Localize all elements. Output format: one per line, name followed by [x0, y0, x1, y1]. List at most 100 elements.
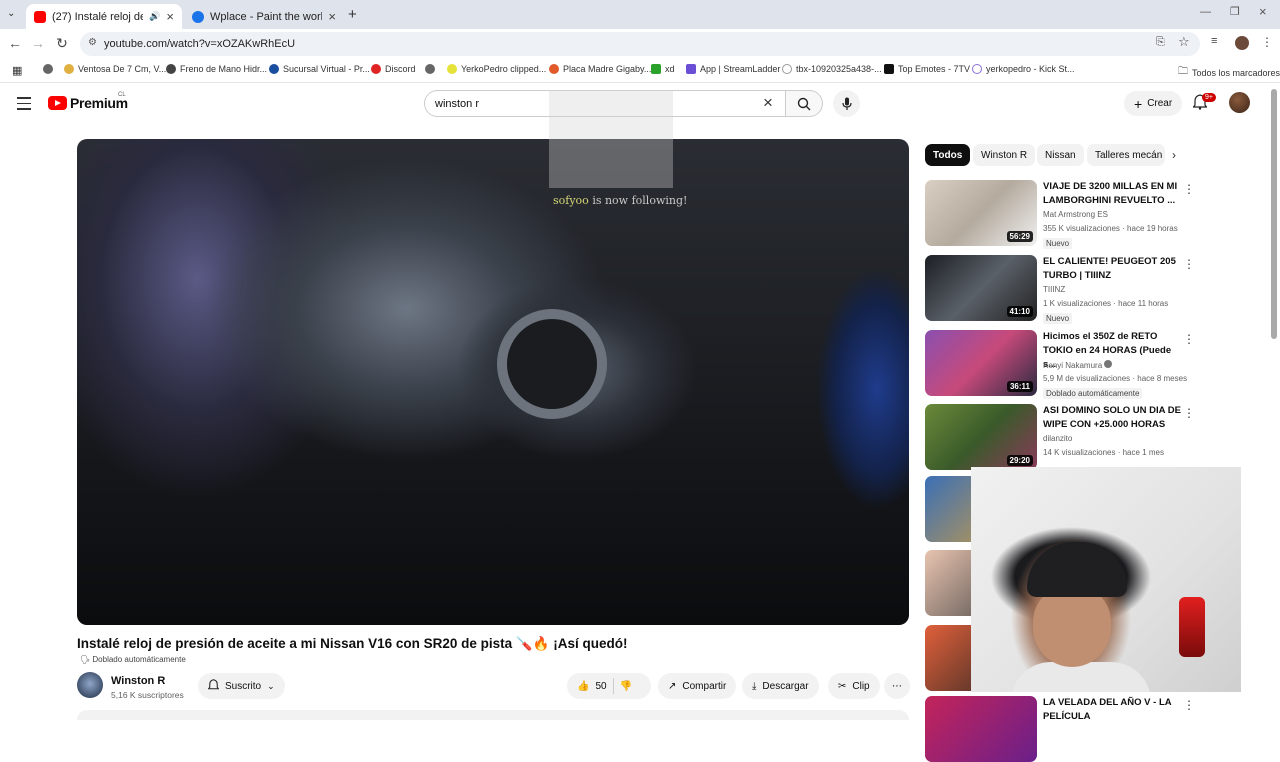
account-avatar[interactable]	[1229, 92, 1250, 113]
close-window-button[interactable]: ×	[1259, 4, 1267, 19]
extensions-icon[interactable]: ≡	[1211, 35, 1217, 47]
reload-icon[interactable]: ↻	[54, 35, 70, 52]
restore-button[interactable]: ❐	[1230, 5, 1240, 18]
recommendation-item[interactable]: LA VELADA DEL AÑO V - LA PELÍCULA ⋮	[925, 696, 1195, 762]
plus-icon: +	[1134, 95, 1143, 112]
recommendation-item[interactable]: 56:29 VIAJE DE 3200 MILLAS EN MI LAMBORG…	[925, 180, 1195, 249]
bookmark-item[interactable]: YerkoPedro clipped...	[447, 64, 546, 74]
close-tab-icon[interactable]: ×	[328, 9, 336, 24]
menu-hamburger-icon[interactable]	[17, 97, 31, 114]
like-dislike-group: 👍 50 👎	[567, 673, 651, 699]
voice-search-button[interactable]	[833, 90, 860, 117]
bookmark-item[interactable]: Discord	[371, 64, 416, 74]
recommendation-meta: 5,9 M de visualizaciones · hace 8 meses	[1043, 374, 1188, 383]
bell-icon	[207, 678, 220, 694]
url-text: youtube.com/watch?v=xOZAKwRhEcU	[104, 38, 296, 50]
browser-menu-icon[interactable]: ⋮	[1261, 35, 1273, 49]
like-button[interactable]: 👍 50	[577, 681, 607, 692]
divider	[612, 678, 614, 694]
bookmark-item[interactable]: Ventosa De 7 Cm, V...	[64, 64, 166, 74]
verified-icon	[1104, 360, 1113, 368]
recommendation-channel: dilanzito	[1043, 434, 1073, 443]
clear-search-icon[interactable]: ×	[763, 93, 773, 113]
video-thumbnail[interactable]: 29:20	[925, 404, 1037, 470]
recommendation-item[interactable]: 41:10 EL CALIENTE! PEUGEOT 205 TURBO | T…	[925, 255, 1195, 324]
bookmark-item[interactable]: yerkopedro - Kick St...	[972, 64, 1075, 74]
video-thumbnail[interactable]: 56:29	[925, 180, 1037, 246]
description-box[interactable]	[77, 710, 909, 720]
search-icon	[797, 97, 811, 110]
streamladder-icon	[686, 64, 696, 74]
bookmark-item[interactable]: Placa Madre Gigaby...	[549, 64, 651, 74]
more-vertical-icon[interactable]: ⋮	[1183, 698, 1195, 712]
microphone-icon	[841, 97, 852, 110]
channel-name[interactable]: Winston R	[111, 675, 165, 687]
video-title: Instalé reloj de presión de aceite a mi …	[77, 636, 628, 651]
recommendation-title: EL CALIENTE! PEUGEOT 205 TURBO | TIIINZ	[1043, 256, 1176, 281]
more-actions-button[interactable]: ⋯	[884, 673, 910, 699]
dubbed-label: 🗣 Doblado automáticamente	[80, 655, 186, 664]
chevron-right-icon[interactable]: ›	[1172, 148, 1176, 162]
youtube-play-icon	[48, 96, 67, 110]
share-button[interactable]: ↗ Compartir	[658, 673, 737, 699]
minimize-button[interactable]: —	[1200, 6, 1211, 18]
bookmark-item[interactable]: App | StreamLadder	[686, 64, 780, 74]
speaker-icon[interactable]: 🔊	[149, 11, 160, 22]
video-thumbnail[interactable]	[925, 696, 1037, 762]
channel-avatar[interactable]	[77, 672, 103, 698]
kick-icon	[651, 64, 661, 74]
apps-grid-icon[interactable]: ▦	[12, 64, 22, 77]
tab-wplace[interactable]: Wplace - Paint the world ×	[184, 4, 344, 29]
recommendation-item[interactable]: 36:11 Hicimos el 350Z de RETO TOKIO en 2…	[925, 330, 1195, 399]
download-button[interactable]: ⤓ Descargar	[742, 673, 819, 699]
search-button[interactable]	[785, 90, 823, 117]
stream-follow-alert-image	[549, 90, 673, 188]
tab-youtube[interactable]: (27) Instalé reloj de presión 🔊 ×	[26, 4, 182, 29]
share-icon: ↗	[668, 680, 677, 692]
create-button[interactable]: + Crear	[1124, 91, 1183, 116]
bookmark-item[interactable]: xd	[651, 64, 675, 74]
recommendation-item[interactable]: 29:20 ASI DOMINO SOLO UN DIA DE WIPE CON…	[925, 404, 1195, 470]
bookmark-favicon-icon	[64, 64, 74, 74]
page-scrollbar[interactable]	[1271, 89, 1277, 339]
dislike-button[interactable]: 👎	[620, 681, 632, 692]
bookmark-globe-icon[interactable]	[425, 64, 435, 74]
more-vertical-icon[interactable]: ⋮	[1183, 406, 1195, 420]
new-tab-button[interactable]: +	[348, 6, 357, 23]
site-info-icon[interactable]: ⚙	[88, 37, 97, 48]
bookmark-star-icon[interactable]: ☆	[1178, 34, 1190, 50]
profile-avatar[interactable]	[1235, 36, 1249, 50]
tab-list-icon[interactable]: ⌄	[7, 8, 15, 19]
bookmark-item[interactable]: Sucursal Virtual - Pr...	[269, 64, 370, 74]
chevron-down-icon: ⌄	[267, 680, 275, 691]
forward-icon[interactable]: →	[30, 35, 46, 51]
new-badge: Nuevo	[1043, 313, 1073, 324]
bookmark-item[interactable]: Top Emotes - 7TV	[884, 64, 970, 74]
install-app-icon[interactable]: ⎘	[1156, 36, 1165, 49]
chip-todos[interactable]: Todos	[925, 144, 971, 166]
address-bar[interactable]: ⚙ youtube.com/watch?v=xOZAKwRhEcU	[80, 32, 1200, 56]
video-thumbnail[interactable]: 36:11	[925, 330, 1037, 396]
recommendation-meta: 1 K visualizaciones · hace 11 horas	[1043, 299, 1169, 308]
chip-nissan[interactable]: Nissan	[1037, 144, 1084, 166]
video-player[interactable]	[77, 139, 909, 625]
chip-winston-r[interactable]: Winston R	[973, 144, 1036, 166]
more-vertical-icon[interactable]: ⋮	[1183, 332, 1195, 346]
chip-talleres[interactable]: Talleres mecán	[1087, 144, 1165, 166]
video-thumbnail[interactable]: 41:10	[925, 255, 1037, 321]
more-vertical-icon[interactable]: ⋮	[1183, 182, 1195, 196]
bookmark-globe-icon[interactable]	[43, 64, 53, 74]
youtube-premium-logo[interactable]: Premium CL	[48, 92, 128, 111]
subscribed-button[interactable]: Suscrito ⌄	[198, 673, 285, 699]
clip-button[interactable]: ✂ Clip	[828, 673, 880, 699]
back-icon[interactable]: ←	[7, 35, 23, 51]
dubbed-icon: 🗣	[80, 655, 91, 664]
microphone-image	[1179, 597, 1205, 657]
download-icon: ⤓	[752, 680, 757, 692]
bookmark-item[interactable]: tbx-10920325a438-...	[782, 64, 882, 74]
bookmark-item[interactable]: Freno de Mano Hidr...	[166, 64, 267, 74]
all-bookmarks[interactable]: 🗀 Todos los marcadores	[1178, 64, 1280, 81]
more-vertical-icon[interactable]: ⋮	[1183, 257, 1195, 271]
close-tab-icon[interactable]: ×	[166, 9, 174, 24]
browser-toolbar: ← → ↻ ⚙ youtube.com/watch?v=xOZAKwRhEcU …	[0, 29, 1280, 58]
